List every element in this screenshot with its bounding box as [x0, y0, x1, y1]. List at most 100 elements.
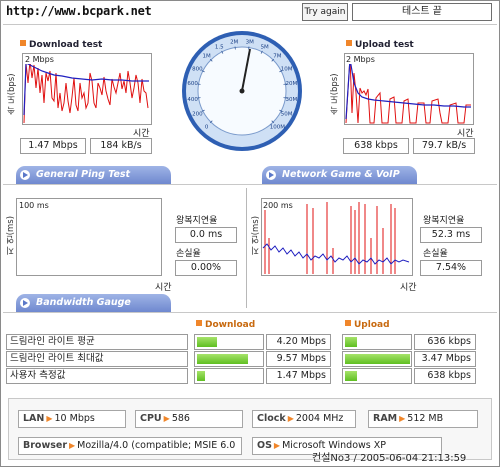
browser-value: Mozilla/4.0 (compatible; MSIE 6.0: [77, 440, 236, 451]
upload-bar-fill: [345, 371, 357, 381]
upload-value: 636 kbps: [414, 334, 476, 350]
lan-info: LAN ▶ 10 Mbps: [18, 410, 126, 428]
bandwidth-row-label: 사용자 측정값: [6, 368, 188, 384]
bandwidth-row-label: 드림라인 라이트 평균: [6, 334, 188, 350]
download-value: 9.57 Mbps: [266, 351, 331, 367]
gauge-tick-label: 30M: [286, 97, 298, 103]
tab-general-ping-test[interactable]: General Ping Test: [16, 166, 171, 184]
bandwidth-divider: [3, 312, 497, 313]
gauge-tick-label: 0: [205, 124, 209, 130]
bandwidth-row-label: 드림라인 라이트 최대값: [6, 351, 188, 367]
ping-loss-value: 0.00%: [175, 260, 237, 276]
try-again-button[interactable]: Try again: [302, 3, 348, 21]
ram-info: RAM ▶ 512 MB: [368, 410, 478, 428]
gauge-tick-label: 10M: [281, 66, 293, 72]
bandwidth-download-header: Download: [196, 320, 255, 330]
lan-label: LAN: [23, 413, 45, 424]
download-bar-fill: [197, 371, 205, 381]
download-value: 4.20 Mbps: [266, 334, 331, 350]
tab-general-ping-label: General Ping Test: [36, 169, 131, 180]
bandwidth-upload-header-text: Upload: [354, 320, 390, 330]
gauge-tick-label: 5M: [261, 44, 269, 50]
upload-title-text: Upload test: [355, 40, 414, 50]
gauge-tick-label: 7M: [273, 54, 281, 60]
gauge-tick-label: 1M: [202, 54, 210, 60]
upload-bar-cell: [342, 334, 412, 350]
watermark-text: 컨설No3 / 2005-06-04 21:13:59: [312, 453, 467, 464]
orange-arrow-icon: ▶: [399, 414, 406, 423]
ram-value: 512 MB: [407, 413, 444, 424]
upload-bar-cell: [342, 368, 412, 384]
orange-square-icon: [20, 40, 26, 46]
top-divider: [3, 24, 497, 25]
gauge-tick-label: 800: [192, 66, 203, 72]
download-scale-label: 2 Mbps: [25, 55, 54, 64]
gauge-tick-label: 1.5: [215, 44, 224, 50]
ping-time-label: 시간: [155, 283, 172, 293]
orange-square-icon: [345, 320, 351, 326]
tab-bandwidth-label: Bandwidth Gauge: [36, 297, 131, 308]
game-rtt-value: 52.3 ms: [420, 227, 482, 243]
download-speed-kbs: 184 kB/s: [90, 138, 152, 154]
upload-value: 3.47 Mbps: [414, 351, 476, 367]
ping-scale-label: 100 ms: [19, 201, 49, 210]
game-rtt-label: 왕복지연율: [423, 216, 465, 226]
tab-divider: [3, 184, 497, 185]
clock-info: Clock ▶ 2004 MHz: [252, 410, 356, 428]
bandwidth-download-header-text: Download: [205, 320, 256, 330]
clock-value: 2004 MHz: [295, 413, 344, 424]
orange-arrow-icon: ▶: [163, 414, 170, 423]
vertical-divider: [246, 188, 247, 308]
upload-axis-label: 속 도(bps): [330, 73, 340, 115]
os-label: OS: [257, 440, 272, 451]
orange-square-icon: [346, 40, 352, 46]
game-loss-label: 손실율: [423, 249, 448, 259]
gauge-tick-label: 2M: [230, 40, 238, 46]
gauge-tick-label: 50M: [281, 112, 293, 118]
upload-scale-label: 2 Mbps: [346, 55, 375, 64]
cpu-value: 586: [171, 413, 190, 424]
orange-arrow-icon: ▶: [69, 441, 76, 450]
cpu-info: CPU ▶ 586: [135, 410, 243, 428]
play-arrow-icon: [20, 170, 30, 180]
gauge-tick-label: 100M: [270, 124, 285, 130]
site-url: http://www.bcpark.net: [6, 4, 152, 18]
game-loss-value: 7.54%: [420, 260, 482, 276]
download-bar-fill: [197, 354, 248, 364]
ping-loss-label: 손실율: [176, 249, 201, 259]
download-speed-mbps: 1.47 Mbps: [20, 138, 86, 154]
orange-arrow-icon: ▶: [46, 414, 53, 423]
upload-value: 638 kbps: [414, 368, 476, 384]
gauge-tick-label: 400: [187, 97, 198, 103]
gauge-tick-label: 200: [192, 112, 203, 118]
upload-title: Upload test: [346, 40, 414, 50]
upload-bar-fill: [345, 337, 357, 347]
play-arrow-icon: [20, 298, 30, 308]
ping-rtt-value: 0.0 ms: [175, 227, 237, 243]
download-title-text: Download test: [29, 40, 103, 50]
cpu-label: CPU: [140, 413, 162, 424]
orange-arrow-icon: ▶: [287, 414, 294, 423]
browser-label: Browser: [23, 440, 68, 451]
game-scale-label: 200 ms: [263, 201, 293, 210]
speed-gauge: 0200 400 600 800 1M 1.5 2M 3M 5M 7M10M 20M 30M 50M 10…: [182, 31, 302, 151]
bandwidth-upload-header: Upload: [345, 320, 390, 330]
download-axis-label: 속 도(bps): [7, 73, 17, 115]
clock-label: Clock: [257, 413, 286, 424]
download-bar-fill: [197, 337, 217, 347]
upload-speed-kbps: 638 kbps: [343, 138, 409, 154]
download-bar-cell: [194, 351, 264, 367]
tab-network-game-voip-test[interactable]: Network Game & VoIP Test: [262, 166, 417, 198]
browser-info: Browser ▶ Mozilla/4.0 (compatible; MSIE 6.…: [18, 437, 242, 455]
download-value: 1.47 Mbps: [266, 368, 331, 384]
gauge-tick-label: 600: [187, 81, 198, 87]
orange-square-icon: [196, 320, 202, 326]
ram-label: RAM: [373, 413, 398, 424]
tab-bandwidth-gauge[interactable]: Bandwidth Gauge: [16, 294, 171, 312]
lan-value: 10 Mbps: [54, 413, 95, 424]
download-bar-cell: [194, 368, 264, 384]
download-bar-cell: [194, 334, 264, 350]
ping-rtt-label: 왕복지연율: [176, 216, 218, 226]
end-test-button[interactable]: 테스트 끝: [352, 3, 492, 21]
game-time-label: 시간: [400, 283, 417, 293]
